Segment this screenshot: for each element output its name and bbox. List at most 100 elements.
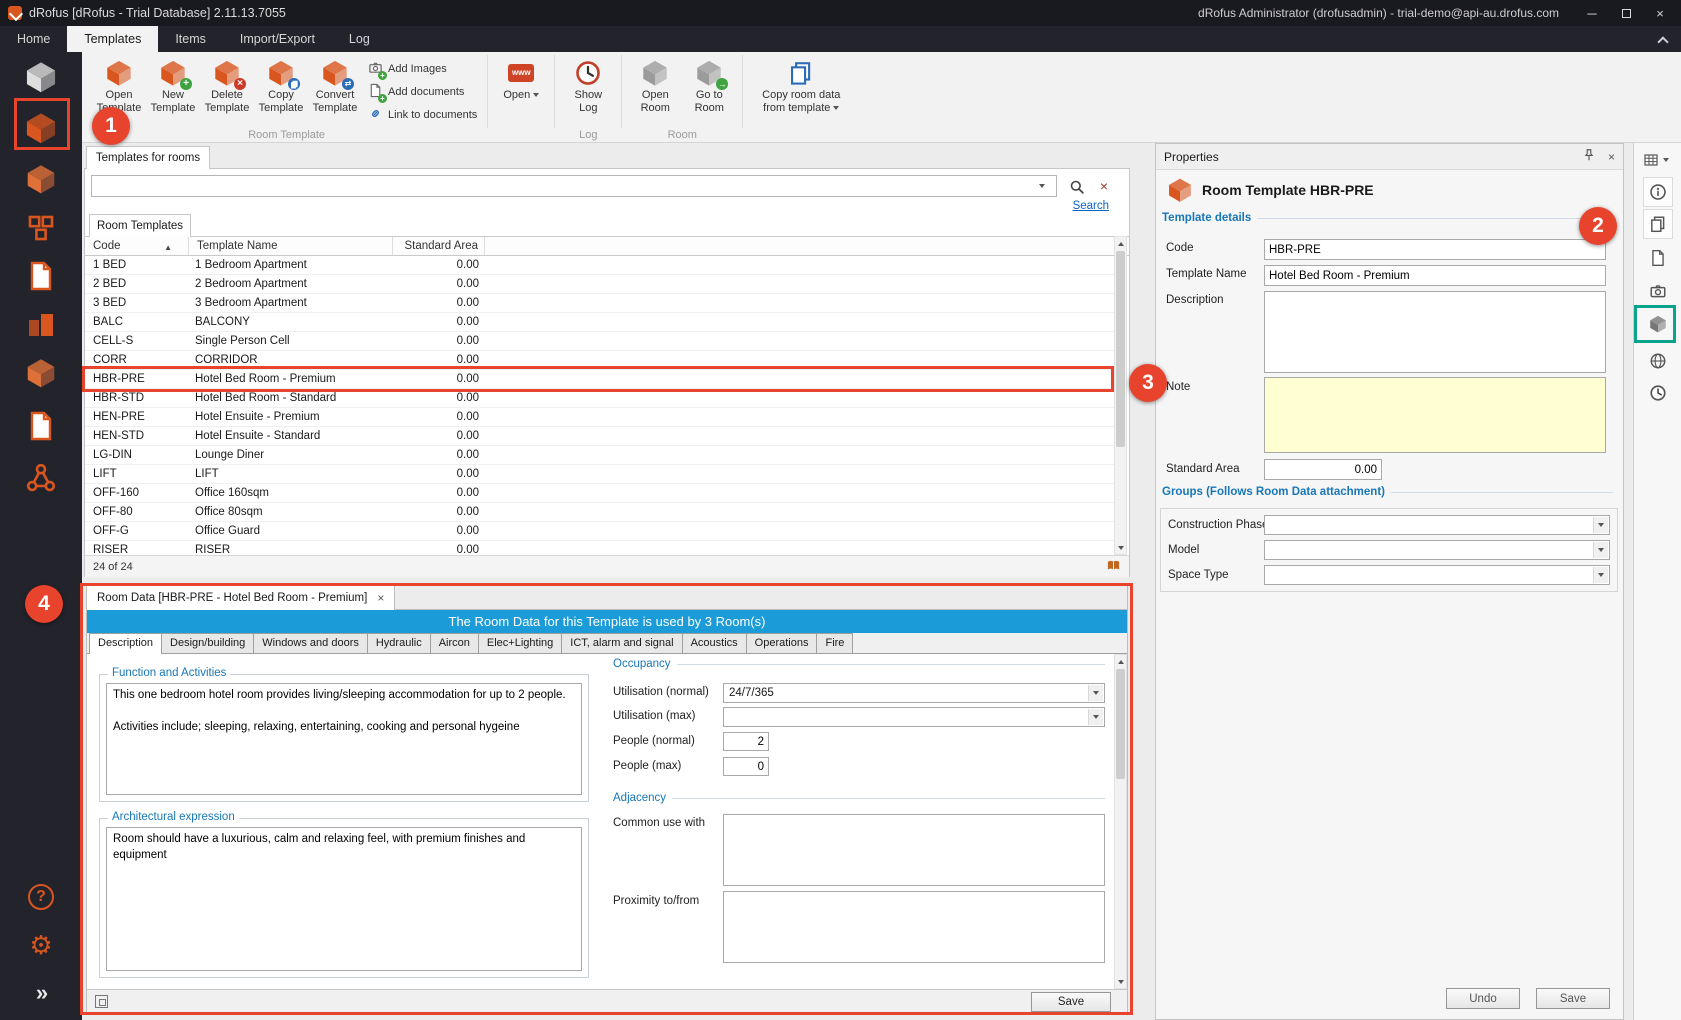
table-row[interactable]: HEN-PRE Hotel Ensuite - Premium 0.00	[85, 408, 1114, 427]
utilisation-max-select[interactable]	[723, 707, 1105, 727]
table-row[interactable]: BALC BALCONY 0.00	[85, 313, 1114, 332]
category-tab[interactable]: Elec+Lighting	[478, 633, 562, 653]
pin-icon[interactable]	[1582, 148, 1596, 165]
template-name-input[interactable]	[1264, 265, 1606, 286]
function-activities-textarea[interactable]: This one bedroom hotel room provides liv…	[106, 683, 582, 795]
scroll-up-icon[interactable]	[1118, 660, 1124, 664]
close-button[interactable]: ×	[1645, 1, 1675, 25]
category-tab[interactable]: Description	[89, 633, 162, 654]
restore-button[interactable]	[1611, 1, 1641, 25]
category-tab[interactable]: Acoustics	[682, 633, 747, 653]
table-row[interactable]: HBR-PRE Hotel Bed Room - Premium 0.00	[85, 370, 1114, 389]
search-dropdown-icon[interactable]	[1039, 184, 1045, 188]
help-button[interactable]: ?	[23, 879, 59, 915]
standard-area-input[interactable]	[1264, 459, 1382, 480]
category-tab[interactable]: ICT, alarm and signal	[561, 633, 682, 653]
table-row[interactable]: 2 BED 2 Bedroom Apartment 0.00	[85, 275, 1114, 294]
convert-template-button[interactable]: Convert Template	[308, 54, 362, 128]
table-row[interactable]: LIFT LIFT 0.00	[85, 465, 1114, 484]
column-header-standard-area[interactable]: Standard Area	[393, 237, 485, 255]
images-panel-button[interactable]	[1643, 276, 1673, 306]
column-header-template-name[interactable]: Template Name	[189, 237, 393, 255]
table-row[interactable]: CORR CORRIDOR 0.00	[85, 351, 1114, 370]
proximity-textarea[interactable]	[723, 891, 1105, 963]
table-row[interactable]: CELL-S Single Person Cell 0.00	[85, 332, 1114, 351]
undo-button[interactable]: Undo	[1446, 988, 1520, 1009]
space-type-select[interactable]	[1264, 565, 1610, 585]
scroll-down-icon[interactable]	[1118, 980, 1124, 984]
category-tab[interactable]: Windows and doors	[253, 633, 368, 653]
scroll-up-icon[interactable]	[1118, 242, 1124, 246]
people-normal-input[interactable]	[723, 732, 769, 751]
tab-log[interactable]: Log	[332, 26, 387, 52]
sidebar-item-documents[interactable]	[19, 254, 63, 298]
table-scrollbar[interactable]	[1114, 236, 1127, 555]
delete-template-button[interactable]: Delete Template	[200, 54, 254, 128]
search-input[interactable]	[91, 175, 1057, 197]
category-tab[interactable]: Aircon	[430, 633, 479, 653]
info-panel-button[interactable]	[1643, 177, 1673, 207]
sidebar-item-room-function[interactable]	[19, 157, 63, 201]
link-to-documents-button[interactable]: Link to documents	[368, 106, 477, 124]
tab-templates[interactable]: Templates	[67, 26, 158, 52]
new-template-button[interactable]: New Template	[146, 54, 200, 128]
description-textarea[interactable]	[1264, 291, 1606, 373]
minimize-button[interactable]: ─	[1577, 1, 1607, 25]
table-row[interactable]: OFF-80 Office 80sqm 0.00	[85, 503, 1114, 522]
sidebar-item-room-templates[interactable]	[19, 106, 63, 150]
settings-button[interactable]: ⚙	[23, 927, 59, 963]
architectural-expression-textarea[interactable]: Room should have a luxurious, calm and r…	[106, 827, 582, 971]
show-log-button[interactable]: Show Log	[561, 54, 615, 128]
category-tab[interactable]: Fire	[816, 633, 853, 653]
tab-home[interactable]: Home	[0, 26, 67, 52]
close-tab-icon[interactable]: ×	[377, 591, 384, 605]
search-link[interactable]: Search	[1073, 200, 1109, 212]
room-data-panel-button[interactable]	[1643, 209, 1673, 239]
collapse-ribbon-icon[interactable]	[1657, 36, 1668, 47]
book-icon[interactable]	[1106, 558, 1121, 576]
table-row[interactable]: HEN-STD Hotel Ensuite - Standard 0.00	[85, 427, 1114, 446]
model-select[interactable]	[1264, 540, 1610, 560]
room-data-save-button[interactable]: Save	[1031, 992, 1111, 1012]
code-input[interactable]	[1264, 239, 1606, 260]
scroll-down-icon[interactable]	[1118, 546, 1124, 550]
table-row[interactable]: OFF-G Office Guard 0.00	[85, 522, 1114, 541]
sidebar-item-items[interactable]	[19, 206, 63, 250]
utilisation-normal-select[interactable]: 24/7/365	[723, 683, 1105, 703]
tab-templates-for-rooms[interactable]: Templates for rooms	[86, 146, 210, 169]
column-header-code[interactable]: Code ▲	[85, 237, 189, 255]
clear-search-icon[interactable]: ×	[1095, 176, 1113, 195]
construction-phase-select[interactable]	[1264, 515, 1610, 535]
scrollbar-thumb[interactable]	[1116, 251, 1125, 447]
table-row[interactable]: OFF-160 Office 160sqm 0.00	[85, 484, 1114, 503]
open-template-button[interactable]: Open Template	[92, 54, 146, 128]
sidebar-item-buildings[interactable]	[19, 302, 63, 346]
add-images-button[interactable]: Add Images	[368, 60, 477, 78]
detach-panel-icon[interactable]	[95, 995, 108, 1008]
www-open-button[interactable]: www Open	[494, 54, 548, 128]
scrollbar-thumb[interactable]	[1116, 669, 1125, 779]
open-room-button[interactable]: Open Room	[628, 54, 682, 128]
table-row[interactable]: 1 BED 1 Bedroom Apartment 0.00	[85, 256, 1114, 275]
table-row[interactable]: HBR-STD Hotel Bed Room - Standard 0.00	[85, 389, 1114, 408]
people-max-input[interactable]	[723, 757, 769, 776]
category-tab[interactable]: Design/building	[161, 633, 254, 653]
copy-template-button[interactable]: Copy Template	[254, 54, 308, 128]
expand-sidebar-button[interactable]: »	[23, 975, 59, 1011]
room-data-document-tab[interactable]: Room Data [HBR-PRE - Hotel Bed Room - Pr…	[87, 586, 395, 610]
add-documents-button[interactable]: Add documents	[368, 83, 477, 101]
sidebar-item-home[interactable]	[19, 55, 63, 99]
table-row[interactable]: 3 BED 3 Bedroom Apartment 0.00	[85, 294, 1114, 313]
search-icon[interactable]	[1067, 177, 1087, 196]
note-textarea[interactable]	[1264, 377, 1606, 453]
log-panel-button[interactable]	[1643, 378, 1673, 408]
close-panel-icon[interactable]: ×	[1608, 150, 1615, 164]
tab-room-templates[interactable]: Room Templates	[89, 214, 191, 237]
tab-import-export[interactable]: Import/Export	[223, 26, 332, 52]
bim-panel-button[interactable]	[1643, 346, 1673, 376]
table-row[interactable]: RISER RISER 0.00	[85, 541, 1114, 555]
copy-room-data-button[interactable]: Copy room data from template	[749, 54, 853, 128]
properties-save-button[interactable]: Save	[1536, 988, 1610, 1009]
go-to-room-button[interactable]: Go to Room	[682, 54, 736, 128]
room-data-scrollbar[interactable]	[1114, 654, 1127, 989]
